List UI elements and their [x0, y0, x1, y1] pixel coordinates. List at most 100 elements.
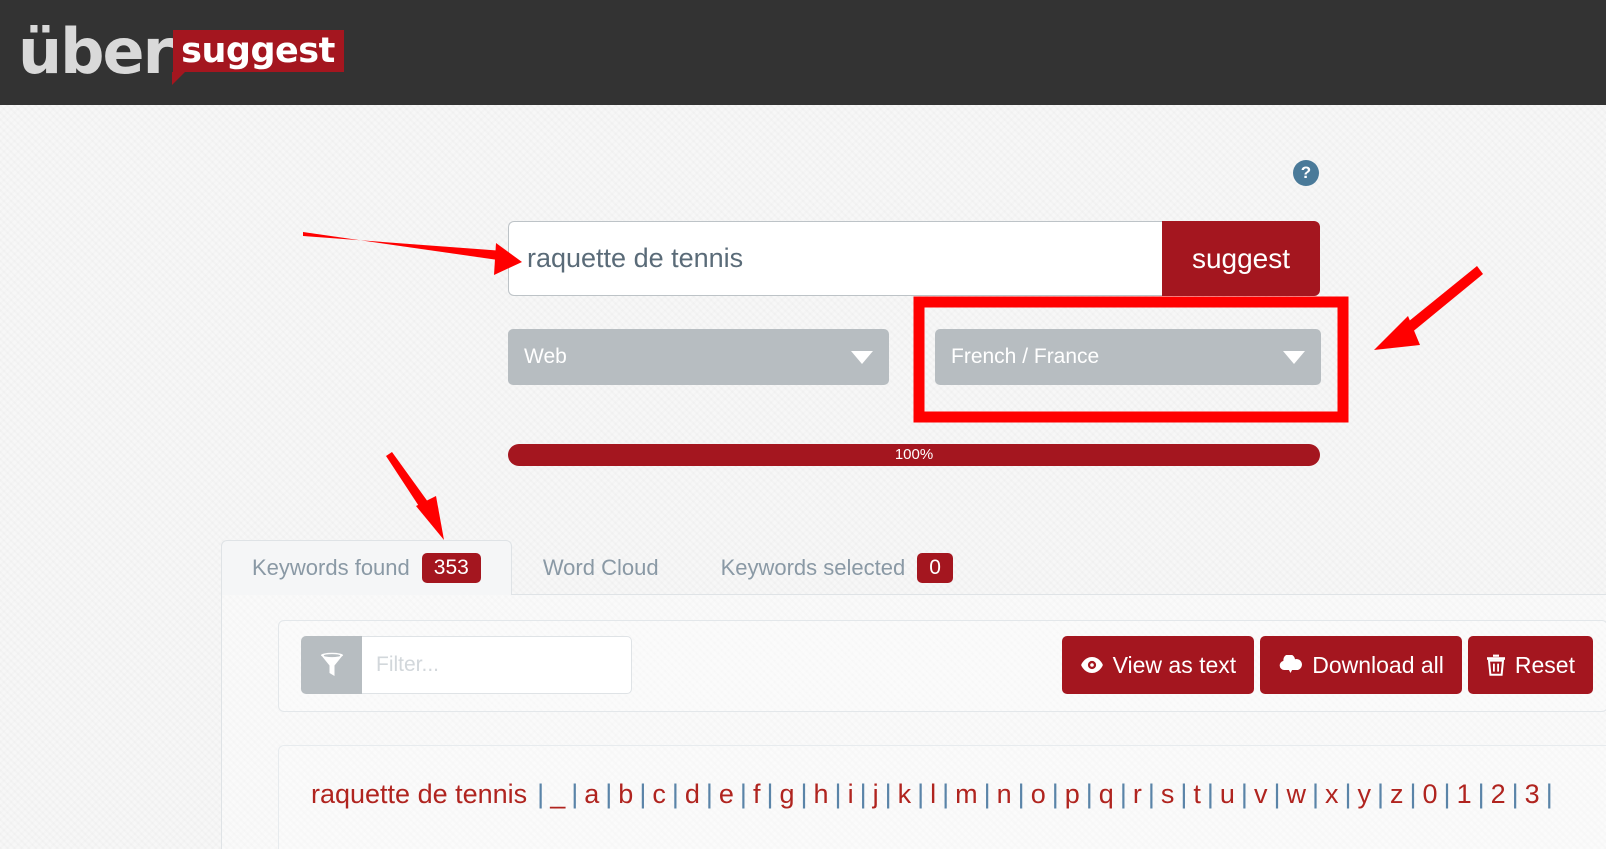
- alphabet-separator: |: [1085, 779, 1093, 809]
- view-as-text-label: View as text: [1112, 651, 1237, 678]
- tab-keywords-selected-label: Keywords selected: [720, 555, 906, 580]
- alphabet-link-2[interactable]: 2: [1489, 779, 1508, 809]
- alphabet-link-w[interactable]: w: [1284, 779, 1308, 809]
- alphabet-separator: |: [834, 779, 842, 809]
- alphabet-separator: |: [705, 779, 713, 809]
- alphabet-link-0[interactable]: 0: [1421, 779, 1440, 809]
- search-row: suggest: [508, 221, 1320, 296]
- alphabet-link-h[interactable]: h: [812, 779, 831, 809]
- alphabet-link-o[interactable]: o: [1029, 779, 1048, 809]
- alphabet-link-u[interactable]: u: [1218, 779, 1237, 809]
- alphabet-link-_[interactable]: _: [548, 779, 567, 809]
- alphabet-separator: |: [859, 779, 867, 809]
- view-as-text-button[interactable]: View as text: [1061, 636, 1255, 694]
- alphabet-separator: |: [1376, 779, 1384, 809]
- alphabet-link-i[interactable]: i: [846, 779, 856, 809]
- alphabet-link-3[interactable]: 3: [1523, 779, 1542, 809]
- alphabet-separator: |: [1477, 779, 1485, 809]
- alphabet-link-b[interactable]: b: [616, 779, 635, 809]
- alphabet-link-1[interactable]: 1: [1455, 779, 1474, 809]
- funnel-icon: [301, 636, 362, 694]
- alphabet-link-c[interactable]: c: [650, 779, 668, 809]
- alphabet-separator: |: [605, 779, 613, 809]
- alphabet-nav-panel: raquette de tennis | _ | a | b | c | d | e | f | g | h | i | j…: [278, 745, 1606, 849]
- filter-group: [301, 636, 632, 694]
- trash-icon: [1486, 654, 1505, 676]
- alphabet-separator: |: [1545, 779, 1553, 809]
- annotation-arrow-to-language-box: [1374, 266, 1483, 350]
- speech-bubble-tail-icon: [172, 72, 186, 85]
- alphabet-link-f[interactable]: f: [751, 779, 763, 809]
- uber-suggest-logo[interactable]: über suggest: [18, 15, 344, 88]
- tab-keywords-found-label: Keywords found: [252, 555, 410, 580]
- alphabet-link-t[interactable]: t: [1191, 779, 1203, 809]
- search-engine-select[interactable]: Web: [508, 329, 889, 385]
- chevron-down-icon: [1283, 350, 1305, 364]
- alphabet-separator: |: [639, 779, 647, 809]
- alphabet-link-s[interactable]: s: [1159, 779, 1177, 809]
- alphabet-link-g[interactable]: g: [777, 779, 796, 809]
- tab-keywords-selected-badge: 0: [917, 553, 953, 583]
- logo-uber-text: über: [18, 15, 173, 88]
- filter-input[interactable]: [362, 636, 632, 694]
- alphabet-link-n[interactable]: n: [995, 779, 1014, 809]
- alphabet-separator: |: [537, 779, 545, 809]
- alphabet-links: | _ | a | b | c | d | e | f | g | h | i | j | k | l | m | n | o | p | q | r | s…: [533, 779, 1557, 809]
- alphabet-separator: |: [1017, 779, 1025, 809]
- alphabet-separator: |: [766, 779, 774, 809]
- alphabet-link-a[interactable]: a: [582, 779, 601, 809]
- annotation-arrow-to-keywords-tab: [386, 452, 444, 540]
- suggest-button[interactable]: suggest: [1162, 221, 1320, 296]
- alphabet-link-z[interactable]: z: [1388, 779, 1406, 809]
- alphabet-link-j[interactable]: j: [871, 779, 881, 809]
- alphabet-separator: |: [1180, 779, 1188, 809]
- alphabet-separator: |: [1311, 779, 1319, 809]
- alphabet-link-k[interactable]: k: [896, 779, 914, 809]
- alphabet-separator: |: [1240, 779, 1248, 809]
- logo-suggest-text: suggest: [173, 30, 344, 72]
- action-buttons: View as text Download all Reset: [1061, 636, 1593, 694]
- alphabet-link-d[interactable]: d: [683, 779, 702, 809]
- search-input[interactable]: [508, 221, 1162, 296]
- alphabet-link-e[interactable]: e: [717, 779, 736, 809]
- alphabet-separator: |: [1206, 779, 1214, 809]
- alphabet-link-m[interactable]: m: [953, 779, 980, 809]
- alphabet-link-p[interactable]: p: [1063, 779, 1082, 809]
- tab-word-cloud-label: Word Cloud: [542, 555, 659, 580]
- tab-keywords-selected[interactable]: Keywords selected 0: [690, 540, 984, 595]
- alphabet-separator: |: [1273, 779, 1281, 809]
- tab-keywords-found[interactable]: Keywords found 353: [221, 540, 512, 595]
- alphabet-link-r[interactable]: r: [1131, 779, 1144, 809]
- alphabet-link-q[interactable]: q: [1097, 779, 1116, 809]
- reset-button[interactable]: Reset: [1467, 636, 1593, 694]
- alphabet-separator: |: [1511, 779, 1519, 809]
- alphabet-separator: |: [983, 779, 991, 809]
- help-icon[interactable]: ?: [1293, 160, 1319, 186]
- alphabet-link-y[interactable]: y: [1355, 779, 1373, 809]
- alphabet-link-v[interactable]: v: [1252, 779, 1270, 809]
- tab-word-cloud[interactable]: Word Cloud: [512, 540, 690, 595]
- alphabet-link-l[interactable]: l: [928, 779, 938, 809]
- logo-suggest-badge: suggest: [172, 30, 344, 85]
- language-select[interactable]: French / France: [935, 329, 1321, 385]
- reset-label: Reset: [1514, 651, 1575, 678]
- alphabet-separator: |: [917, 779, 925, 809]
- alphabet-link-x[interactable]: x: [1323, 779, 1341, 809]
- keywords-toolbar: View as text Download all Reset: [278, 620, 1606, 712]
- progress-bar-fill: 100%: [508, 444, 1320, 466]
- progress-bar: 100%: [508, 444, 1320, 466]
- download-all-label: Download all: [1312, 651, 1444, 678]
- alphabet-separator: |: [884, 779, 892, 809]
- download-all-button[interactable]: Download all: [1260, 636, 1462, 694]
- alphabet-separator: |: [1147, 779, 1155, 809]
- alphabet-separator: |: [1344, 779, 1352, 809]
- alphabet-seed-keyword[interactable]: raquette de tennis: [311, 779, 527, 809]
- alphabet-separator: |: [1051, 779, 1059, 809]
- site-header: über suggest: [0, 0, 1606, 105]
- alphabet-separator: |: [942, 779, 950, 809]
- annotation-arrow-to-search: [303, 232, 522, 275]
- tab-strip: Keywords found 353 Word Cloud Keywords s…: [221, 540, 1606, 595]
- search-engine-value: Web: [524, 345, 567, 368]
- alphabet-separator: |: [800, 779, 808, 809]
- eye-icon: [1080, 657, 1103, 673]
